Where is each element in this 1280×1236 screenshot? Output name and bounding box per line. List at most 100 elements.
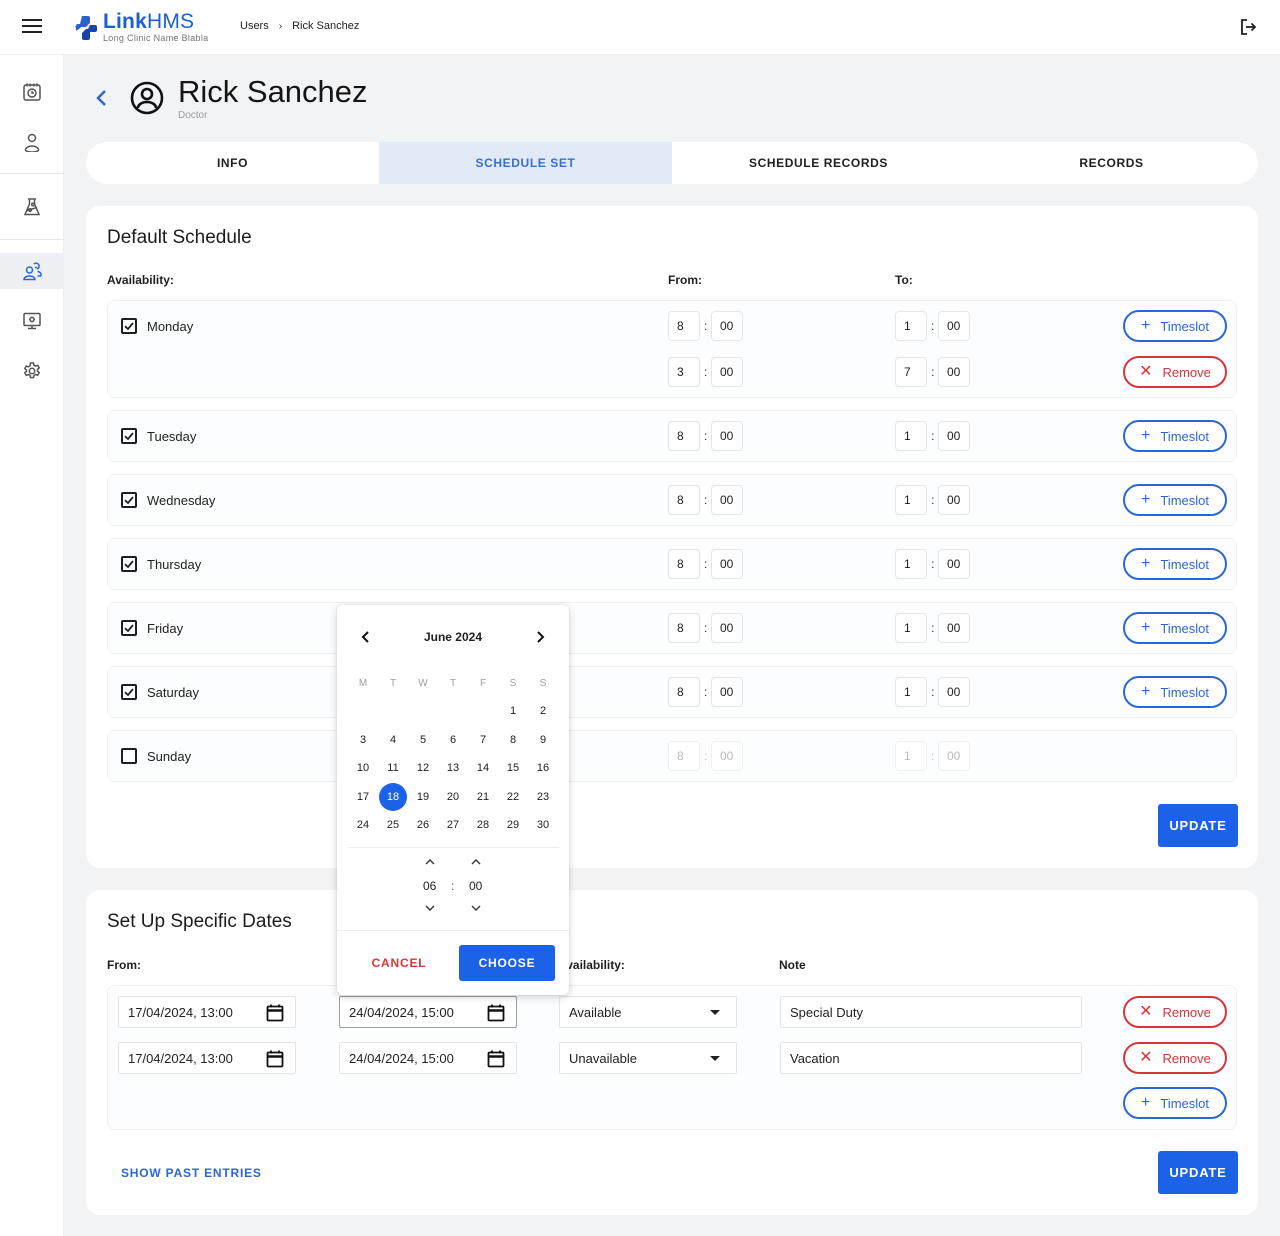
from-minute-input[interactable]: 00 [711, 549, 743, 579]
calendar-day[interactable]: 11 [379, 754, 407, 782]
calendar-day[interactable]: 10 [349, 754, 377, 782]
day-checkbox[interactable] [121, 748, 137, 764]
to-hour-input[interactable]: 1 [895, 485, 927, 515]
to-hour-input[interactable]: 1 [895, 549, 927, 579]
to-hour-input[interactable]: 1 [895, 613, 927, 643]
from-datetime-input[interactable]: 17/04/2024, 13:00 [118, 1042, 296, 1074]
breadcrumb-users[interactable]: Users [240, 20, 269, 32]
add-timeslot-button[interactable]: + Timeslot [1123, 1087, 1227, 1119]
calendar-day[interactable]: 16 [529, 754, 557, 782]
calendar-day[interactable]: 6 [439, 726, 467, 754]
calendar-day[interactable]: 26 [409, 811, 437, 839]
from-minute-input[interactable]: 00 [711, 677, 743, 707]
menu-icon[interactable] [22, 19, 42, 35]
calendar-day[interactable]: 13 [439, 754, 467, 782]
update-specific-dates-button[interactable]: UPDATE [1158, 1151, 1238, 1194]
logout-icon[interactable] [1238, 17, 1258, 37]
calendar-day[interactable]: 17 [349, 783, 377, 811]
add-timeslot-button[interactable]: + Timeslot [1123, 484, 1227, 516]
calendar-day[interactable]: 21 [469, 783, 497, 811]
minute-down-chevron-icon[interactable] [469, 903, 483, 913]
from-datetime-input[interactable]: 17/04/2024, 13:00 [118, 996, 296, 1028]
calendar-day[interactable]: 12 [409, 754, 437, 782]
day-checkbox[interactable] [121, 556, 137, 572]
calendar-icon[interactable] [486, 1003, 506, 1023]
minute-up-chevron-icon[interactable] [469, 857, 483, 867]
from-hour-input[interactable]: 8 [668, 677, 700, 707]
calendar-day[interactable]: 4 [379, 726, 407, 754]
from-hour-input[interactable]: 8 [668, 421, 700, 451]
hour-value[interactable]: 06 [423, 879, 436, 893]
to-minute-input[interactable]: 00 [938, 741, 970, 771]
from-minute-input[interactable]: 00 [711, 357, 743, 387]
next-month-chevron-icon[interactable] [532, 629, 548, 645]
cancel-button[interactable]: CANCEL [359, 945, 439, 981]
remove-timeslot-button[interactable]: ✕ Remove [1123, 356, 1227, 388]
calendar-day[interactable]: 14 [469, 754, 497, 782]
day-checkbox[interactable] [121, 492, 137, 508]
add-timeslot-button[interactable]: + Timeslot [1123, 310, 1227, 342]
from-hour-input[interactable]: 8 [668, 311, 700, 341]
sidebar-item-profile[interactable] [0, 124, 64, 160]
remove-entry-button[interactable]: ✕ Remove [1123, 996, 1227, 1028]
to-hour-input[interactable]: 1 [895, 311, 927, 341]
calendar-day[interactable]: 30 [529, 811, 557, 839]
minute-value[interactable]: 00 [469, 879, 482, 893]
from-minute-input[interactable]: 00 [711, 421, 743, 451]
calendar-day[interactable]: 24 [349, 811, 377, 839]
add-timeslot-button[interactable]: + Timeslot [1123, 676, 1227, 708]
from-minute-input[interactable]: 00 [711, 485, 743, 515]
to-datetime-input[interactable]: 24/04/2024, 15:00 [339, 1042, 517, 1074]
from-hour-input[interactable]: 3 [668, 357, 700, 387]
show-past-entries-link[interactable]: SHOW PAST ENTRIES [121, 1166, 262, 1180]
day-checkbox[interactable] [121, 620, 137, 636]
sidebar-item-users[interactable] [0, 253, 64, 289]
calendar-day[interactable]: 5 [409, 726, 437, 754]
from-hour-input[interactable]: 8 [668, 485, 700, 515]
to-datetime-input[interactable]: 24/04/2024, 15:00 [339, 996, 517, 1028]
calendar-day[interactable]: 25 [379, 811, 407, 839]
calendar-day[interactable]: 15 [499, 754, 527, 782]
to-minute-input[interactable]: 00 [938, 485, 970, 515]
calendar-day[interactable]: 7 [469, 726, 497, 754]
day-checkbox[interactable] [121, 318, 137, 334]
sidebar-item-display[interactable] [0, 303, 64, 339]
tab-info[interactable]: INFO [86, 142, 379, 184]
tab-schedule-set[interactable]: SCHEDULE SET [379, 142, 672, 184]
hour-down-chevron-icon[interactable] [423, 903, 437, 913]
calendar-day[interactable]: 22 [499, 783, 527, 811]
from-hour-input[interactable]: 8 [668, 613, 700, 643]
add-timeslot-button[interactable]: + Timeslot [1123, 548, 1227, 580]
calendar-day[interactable]: 20 [439, 783, 467, 811]
calendar-day-selected[interactable]: 18 [379, 782, 407, 811]
tab-schedule-records[interactable]: SCHEDULE RECORDS [672, 142, 965, 184]
day-checkbox[interactable] [121, 428, 137, 444]
hour-up-chevron-icon[interactable] [423, 857, 437, 867]
to-minute-input[interactable]: 00 [938, 613, 970, 643]
update-default-schedule-button[interactable]: UPDATE [1158, 804, 1238, 847]
calendar-day[interactable]: 27 [439, 811, 467, 839]
to-hour-input[interactable]: 1 [895, 677, 927, 707]
to-minute-input[interactable]: 00 [938, 357, 970, 387]
add-timeslot-button[interactable]: + Timeslot [1123, 420, 1227, 452]
calendar-day[interactable]: 23 [529, 783, 557, 811]
choose-button[interactable]: CHOOSE [459, 945, 555, 981]
calendar-icon[interactable] [265, 1003, 285, 1023]
calendar-day[interactable]: 3 [349, 726, 377, 754]
from-minute-input[interactable]: 00 [711, 613, 743, 643]
remove-entry-button[interactable]: ✕ Remove [1123, 1042, 1227, 1074]
to-hour-input[interactable]: 1 [895, 421, 927, 451]
from-hour-input[interactable]: 8 [668, 549, 700, 579]
to-minute-input[interactable]: 00 [938, 311, 970, 341]
calendar-icon[interactable] [486, 1049, 506, 1069]
to-minute-input[interactable]: 00 [938, 677, 970, 707]
to-hour-input[interactable]: 7 [895, 357, 927, 387]
to-minute-input[interactable]: 00 [938, 549, 970, 579]
calendar-day[interactable]: 29 [499, 811, 527, 839]
sidebar-item-appointments[interactable] [0, 74, 64, 110]
from-hour-input[interactable]: 8 [668, 741, 700, 771]
day-checkbox[interactable] [121, 684, 137, 700]
to-hour-input[interactable]: 1 [895, 741, 927, 771]
tab-records[interactable]: RECORDS [965, 142, 1258, 184]
calendar-day[interactable]: 9 [529, 726, 557, 754]
